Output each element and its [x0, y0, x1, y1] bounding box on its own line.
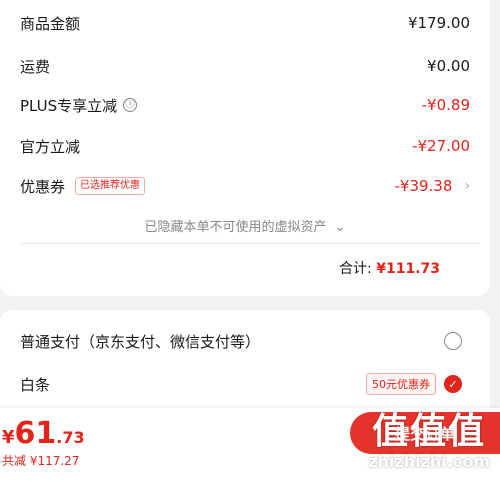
total-value: ¥111.73 [376, 261, 440, 277]
final-price-decimal: .73 [56, 428, 85, 447]
goods-amount-row: 商品金额 ¥179.00 [20, 11, 470, 35]
hidden-assets-toggle[interactable]: 已隐藏本单不可使用的虚拟资产 ⌄ [0, 216, 490, 235]
watermark-logo-text: 值值值 [372, 411, 487, 452]
divider [20, 243, 480, 244]
payment-option-baitiao[interactable]: 白条 50元优惠券 ✓ [20, 371, 462, 397]
plus-discount-row: PLUS专享立减 ⓘ -¥0.89 [20, 93, 470, 117]
payment-baitiao-radio-checked[interactable]: ✓ [444, 375, 462, 393]
coupon-row[interactable]: 优惠券 已选推荐优惠 -¥39.38 › [20, 174, 470, 198]
official-discount-row: 官方立减 -¥27.00 [20, 134, 470, 158]
goods-amount-label: 商品金额 [20, 14, 81, 33]
baitiao-right-group: 50元优惠券 ✓ [366, 373, 462, 395]
payment-option-normal[interactable]: 普通支付（京东支付、微信支付等） [20, 328, 462, 354]
shipping-value: ¥0.00 [427, 57, 470, 75]
order-total: 合计: ¥111.73 [339, 258, 440, 278]
payment-normal-label: 普通支付（京东支付、微信支付等） [20, 332, 261, 351]
shipping-row: 运费 ¥0.00 [20, 54, 470, 78]
final-price: ¥ 61 .73 [2, 416, 85, 451]
order-summary-card: 商品金额 ¥179.00 运费 ¥0.00 PLUS专享立减 ⓘ -¥0.89 … [0, 0, 490, 296]
coupon-label: 优惠券 [20, 177, 66, 196]
coupon-value-group: -¥39.38 › [394, 177, 470, 195]
coupon-recommended-tag: 已选推荐优惠 [75, 177, 146, 195]
baitiao-coupon-tag[interactable]: 50元优惠券 [366, 373, 436, 395]
total-saved: 共减 ¥117.27 [2, 454, 80, 468]
chevron-right-icon[interactable]: › [464, 178, 470, 194]
final-price-integer: 61 [14, 416, 57, 451]
watermark-logo: 值值值 zhizhizhi.com [368, 411, 490, 472]
official-discount-value: -¥27.00 [412, 137, 470, 155]
coupon-label-group: 优惠券 已选推荐优惠 [20, 176, 146, 197]
shipping-label: 运费 [20, 57, 51, 76]
payment-baitiao-label: 白条 [20, 375, 51, 394]
total-label: 合计: [339, 261, 372, 277]
hidden-assets-text: 已隐藏本单不可使用的虚拟资产 [144, 220, 327, 235]
final-price-currency: ¥ [2, 427, 15, 448]
coupon-value: -¥39.38 [394, 177, 453, 195]
plus-discount-value: -¥0.89 [421, 96, 470, 114]
plus-discount-label: PLUS专享立减 [20, 96, 118, 115]
plus-discount-label-group: PLUS专享立减 ⓘ [20, 95, 138, 116]
official-discount-label: 官方立减 [20, 137, 81, 156]
chevron-down-icon: ⌄ [334, 220, 346, 235]
goods-amount-value: ¥179.00 [407, 14, 470, 32]
watermark-site: zhizhizhi.com [368, 452, 490, 471]
payment-normal-radio[interactable] [444, 332, 462, 350]
info-icon[interactable]: ⓘ [123, 98, 138, 112]
